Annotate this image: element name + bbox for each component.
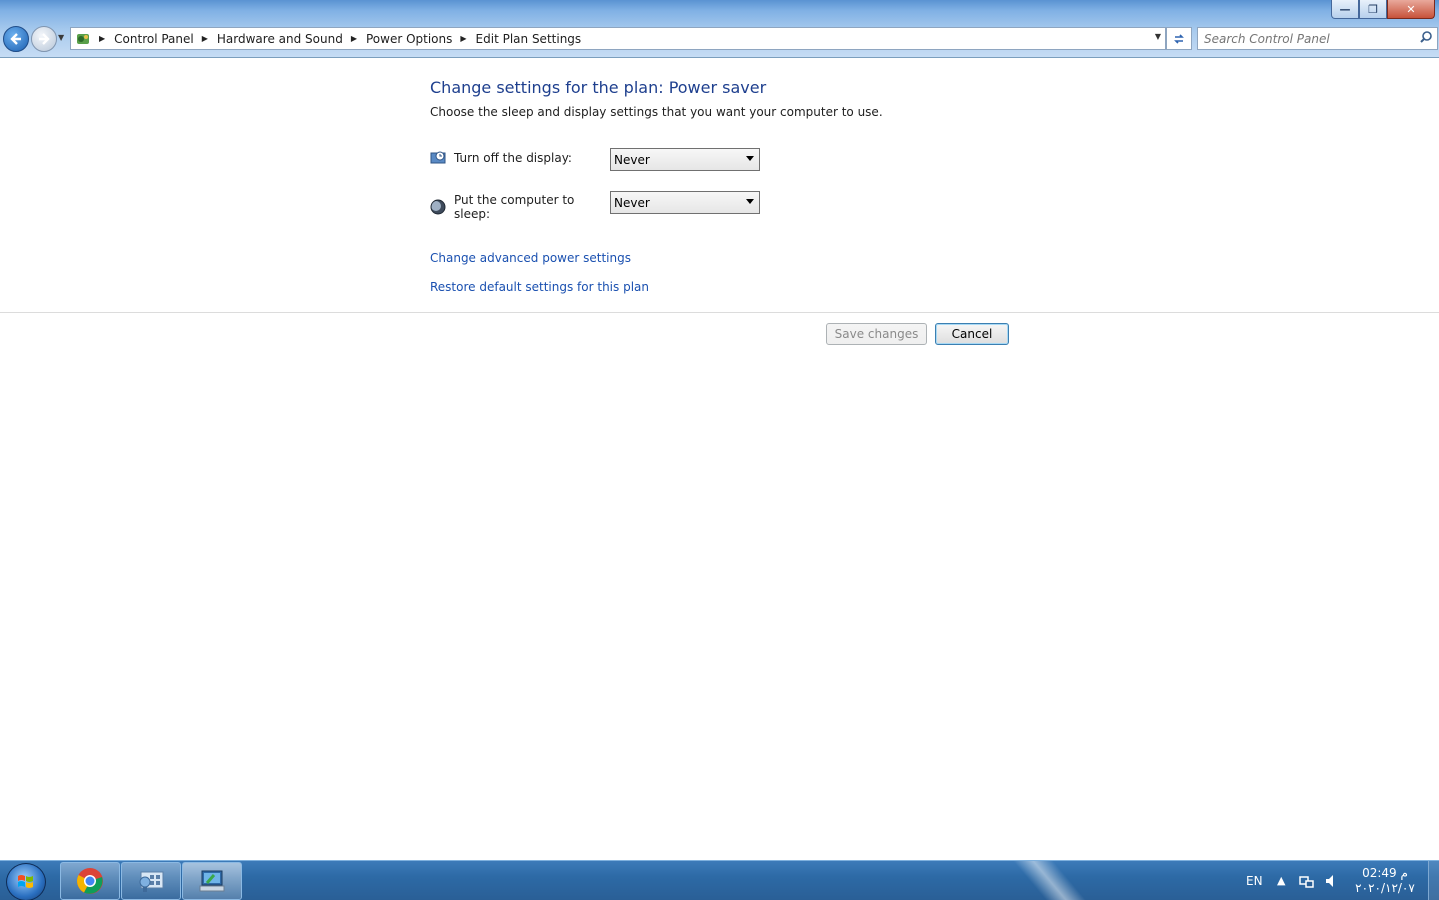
display-timeout-select[interactable]: Never [610, 148, 760, 171]
refresh-button[interactable] [1166, 27, 1192, 50]
page-title: Change settings for the plan: Power save… [430, 78, 767, 97]
speaker-icon [1326, 874, 1333, 887]
display-timeout-value: Never [614, 152, 650, 167]
clock-date: ٢٠٢٠/١٢/٠٧ [1355, 881, 1415, 895]
close-button[interactable]: ✕ [1387, 0, 1435, 19]
restore-defaults-link[interactable]: Restore default settings for this plan [430, 280, 649, 294]
restore-button[interactable]: ❐ [1359, 0, 1387, 19]
breadcrumb-arrow-icon[interactable]: ▶ [460, 34, 466, 43]
breadcrumb-arrow-icon[interactable]: ▶ [202, 34, 208, 43]
chevron-down-icon [746, 199, 754, 204]
refresh-icon [1174, 33, 1184, 44]
clock-time: 02:49 م [1362, 866, 1408, 880]
network-tray-button[interactable] [1298, 861, 1314, 900]
back-button[interactable] [3, 26, 29, 52]
network-icon [1299, 875, 1314, 888]
show-hidden-icons-button[interactable]: ▲ [1277, 861, 1285, 900]
display-setting-label: Turn off the display: [454, 151, 572, 165]
page-subtitle: Choose the sleep and display settings th… [430, 105, 883, 119]
advanced-power-settings-link[interactable]: Change advanced power settings [430, 251, 631, 265]
show-desktop-button[interactable] [1428, 861, 1439, 900]
sleep-setting-row: Put the computer to sleep: [430, 193, 610, 221]
taskbar: EN ▲ 02:49 م ٢٠٢٠/١٢/٠٧ [0, 860, 1439, 900]
back-arrow-icon [10, 33, 21, 45]
chrome-icon [77, 868, 103, 894]
search-input[interactable] [1204, 31, 1414, 46]
taskbar-chrome-button[interactable] [60, 862, 120, 900]
window-title-bar: — ❐ ✕ ▼ ▶ Control Panel ▶ Hardware and S… [0, 0, 1439, 58]
taskbar-power-options-button[interactable] [182, 862, 242, 900]
sleep-moon-icon [430, 199, 446, 215]
forward-button[interactable] [31, 26, 57, 52]
taskbar-glare [1004, 861, 1096, 900]
language-indicator[interactable]: EN [1246, 861, 1263, 900]
minimize-button[interactable]: — [1331, 0, 1359, 19]
taskbar-control-panel-button[interactable] [121, 862, 181, 900]
control-panel-icon [75, 31, 91, 47]
control-panel-icon [139, 871, 164, 892]
chevron-down-icon [746, 156, 754, 161]
search-icon[interactable] [1419, 30, 1433, 44]
sleep-timeout-select[interactable]: Never [610, 191, 760, 214]
chevron-up-icon: ▲ [1277, 874, 1286, 887]
cancel-button[interactable]: Cancel [935, 323, 1009, 345]
breadcrumb-arrow-icon[interactable]: ▶ [351, 34, 357, 43]
power-options-icon [199, 870, 225, 892]
recent-pages-dropdown[interactable]: ▼ [58, 33, 64, 42]
taskbar-clock[interactable]: 02:49 م ٢٠٢٠/١٢/٠٧ [1350, 866, 1420, 896]
main-content: Change settings for the plan: Power save… [0, 58, 1439, 860]
windows-logo-icon [18, 875, 33, 888]
window-controls: — ❐ ✕ [1331, 0, 1435, 19]
address-bar[interactable]: ▶ Control Panel ▶ Hardware and Sound ▶ P… [70, 27, 1166, 50]
forward-arrow-icon [39, 33, 50, 45]
sleep-setting-label: Put the computer to sleep: [454, 193, 575, 221]
sleep-timeout-value: Never [614, 195, 650, 210]
breadcrumb-hardware-and-sound[interactable]: Hardware and Sound [217, 32, 343, 46]
search-box[interactable] [1197, 27, 1438, 50]
breadcrumb-arrow-icon[interactable]: ▶ [99, 34, 105, 43]
address-history-dropdown[interactable]: ▼ [1155, 32, 1161, 41]
display-clock-icon [430, 150, 446, 166]
start-button[interactable] [6, 863, 46, 900]
breadcrumb-power-options[interactable]: Power Options [366, 32, 452, 46]
display-setting-row: Turn off the display: [430, 150, 610, 166]
divider [0, 312, 1439, 313]
save-changes-button[interactable]: Save changes [826, 323, 927, 345]
breadcrumb-control-panel[interactable]: Control Panel [114, 32, 194, 46]
breadcrumb-edit-plan-settings[interactable]: Edit Plan Settings [476, 32, 582, 46]
volume-tray-button[interactable] [1324, 861, 1338, 900]
